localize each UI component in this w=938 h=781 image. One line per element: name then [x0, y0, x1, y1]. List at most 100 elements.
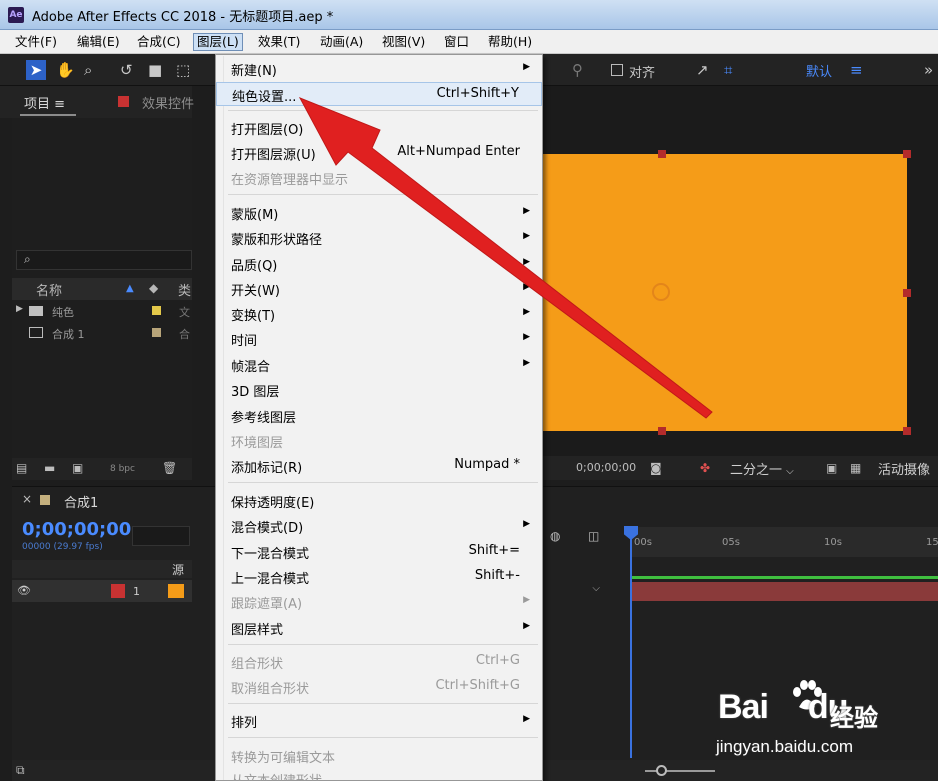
- transform-handle[interactable]: [903, 427, 911, 435]
- tick-label: 00s: [634, 537, 652, 548]
- menu-animation[interactable]: 动画(A): [317, 33, 366, 51]
- column-type[interactable]: 类: [178, 280, 191, 299]
- label-column-icon[interactable]: ◆: [149, 281, 158, 295]
- timeline-search-input[interactable]: [132, 526, 190, 546]
- menu-window[interactable]: 窗口: [441, 33, 472, 51]
- menu-item-new[interactable]: 新建(N) ▶: [216, 57, 542, 81]
- tick-label: 10s: [824, 537, 842, 548]
- menu-item-label: 蒙版和形状路径: [231, 233, 323, 248]
- menu-help[interactable]: 帮助(H): [485, 33, 535, 51]
- workspace-default[interactable]: 默认: [806, 61, 832, 80]
- toolbar-overflow-icon[interactable]: »: [924, 60, 933, 80]
- menu-item-solid-settings[interactable]: 纯色设置... Ctrl+Shift+Y: [216, 82, 542, 106]
- menu-item-label: 上一混合模式: [231, 572, 310, 587]
- camera-tool-icon[interactable]: ■: [148, 60, 162, 80]
- menu-item-next-blending-mode[interactable]: 下一混合模式 Shift+=: [216, 540, 542, 564]
- expand-arrow-icon[interactable]: ▶: [16, 304, 23, 314]
- zoom-slider-knob[interactable]: [656, 765, 667, 776]
- submenu-arrow-icon: ▶: [523, 231, 530, 241]
- menu-layer[interactable]: 图层(L): [193, 33, 243, 51]
- hand-tool-icon[interactable]: ✋: [56, 60, 75, 80]
- project-item-type: 文: [179, 306, 190, 319]
- layer-label-color[interactable]: [111, 584, 125, 598]
- menu-item-label: 转换为可编辑文本: [231, 751, 336, 766]
- menu-item-layer-styles[interactable]: 图层样式 ▶: [216, 616, 542, 640]
- menu-item-guide-layer[interactable]: 参考线图层: [216, 404, 542, 428]
- menu-composition[interactable]: 合成(C): [134, 33, 183, 51]
- puppet-tool-icon[interactable]: ⚲: [572, 60, 583, 80]
- transform-handle[interactable]: [903, 289, 911, 297]
- sort-ascending-icon[interactable]: ▲: [126, 283, 134, 294]
- menu-view[interactable]: 视图(V): [379, 33, 428, 51]
- tab-project[interactable]: 项目 ≡: [24, 93, 65, 112]
- project-item-solid-folder[interactable]: ▶ 纯色 文: [12, 300, 192, 322]
- menu-item-3d-layer[interactable]: 3D 图层: [216, 378, 542, 402]
- timeline-timecode[interactable]: 0;00;00;00: [22, 519, 131, 540]
- submenu-arrow-icon: ▶: [523, 519, 530, 529]
- tab-effect-controls[interactable]: 效果控件: [142, 93, 194, 112]
- snapshot-camera-icon[interactable]: ◙: [650, 461, 662, 475]
- timeline-layer-row[interactable]: [12, 580, 192, 602]
- new-composition-icon[interactable]: ▣: [72, 461, 83, 475]
- column-name[interactable]: 名称: [36, 280, 62, 299]
- motion-blur-icon[interactable]: ◍: [550, 529, 560, 543]
- menu-item-quality[interactable]: 品质(Q) ▶: [216, 252, 542, 276]
- menu-item-mask-shape-path[interactable]: 蒙版和形状路径 ▶: [216, 226, 542, 250]
- submenu-arrow-icon: ▶: [523, 332, 530, 342]
- menu-item-frame-blending[interactable]: 帧混合 ▶: [216, 353, 542, 377]
- menu-item-open-layer-source[interactable]: 打开图层源(U) Alt+Numpad Enter: [216, 141, 542, 165]
- menu-file[interactable]: 文件(F): [12, 33, 60, 51]
- region-of-interest-icon[interactable]: ▣: [826, 461, 837, 475]
- tab-composition[interactable]: 合成1: [64, 492, 98, 511]
- layer-duration-bar[interactable]: [630, 582, 938, 601]
- menu-item-label: 变换(T): [231, 309, 276, 324]
- channels-icon[interactable]: ✤: [700, 461, 710, 475]
- comp-label-color: [40, 495, 50, 505]
- interpret-footage-icon[interactable]: ▤: [16, 461, 27, 475]
- snap-target-icon[interactable]: ⌗: [724, 60, 732, 80]
- project-search-input[interactable]: [16, 250, 192, 270]
- rotate-tool-icon[interactable]: ↺: [120, 60, 133, 80]
- menu-item-mask[interactable]: 蒙版(M) ▶: [216, 201, 542, 225]
- project-item-comp[interactable]: 合成 1 合: [12, 322, 192, 344]
- time-ruler[interactable]: [630, 527, 938, 557]
- layer-switches-icon[interactable]: ⧉: [16, 763, 25, 778]
- menu-item-add-marker[interactable]: 添加标记(R) Numpad *: [216, 454, 542, 478]
- menu-item-time[interactable]: 时间 ▶: [216, 327, 542, 351]
- eye-icon[interactable]: 👁: [17, 584, 31, 597]
- current-time-indicator[interactable]: [630, 528, 632, 758]
- snap-checkbox[interactable]: [611, 64, 623, 76]
- frame-rate-readout: 00000 (29.97 fps): [22, 542, 103, 552]
- transform-handle[interactable]: [658, 427, 666, 435]
- close-icon[interactable]: ×: [22, 492, 32, 506]
- transparency-grid-icon[interactable]: ▦: [850, 461, 861, 475]
- delete-trash-icon[interactable]: 🗑: [162, 461, 177, 475]
- viewer-timecode[interactable]: 0;00;00;00: [576, 461, 636, 474]
- anchor-point-icon[interactable]: [652, 283, 670, 301]
- menu-item-arrange[interactable]: 排列 ▶: [216, 709, 542, 733]
- transform-handle[interactable]: [658, 150, 666, 158]
- menu-item-preserve-transparency[interactable]: 保持透明度(E): [216, 489, 542, 513]
- panel-menu-icon[interactable]: ≡: [54, 97, 65, 112]
- menu-item-previous-blending-mode[interactable]: 上一混合模式 Shift+-: [216, 565, 542, 589]
- active-camera-select[interactable]: 活动摄像: [878, 459, 930, 478]
- transform-handle[interactable]: [903, 150, 911, 158]
- pan-behind-tool-icon[interactable]: ⬚: [176, 60, 190, 80]
- new-folder-icon[interactable]: ▬: [44, 461, 55, 475]
- resolution-select[interactable]: 二分之一 ⌵: [730, 459, 794, 478]
- menu-item-transform[interactable]: 变换(T) ▶: [216, 302, 542, 326]
- work-area-bar[interactable]: [630, 576, 938, 579]
- selection-tool-icon[interactable]: ➤: [26, 60, 46, 80]
- snap-option-icon[interactable]: ↗: [696, 60, 709, 80]
- menu-item-blending-mode[interactable]: 混合模式(D) ▶: [216, 514, 542, 538]
- zoom-tool-icon[interactable]: ⌕: [84, 60, 92, 80]
- column-source-name[interactable]: 源: [172, 561, 184, 578]
- workspace-menu-icon[interactable]: ≡: [850, 60, 863, 80]
- menu-item-switches[interactable]: 开关(W) ▶: [216, 277, 542, 301]
- bit-depth-button[interactable]: 8 bpc: [110, 464, 135, 474]
- menu-edit[interactable]: 编辑(E): [74, 33, 123, 51]
- parent-select[interactable]: ⌵: [540, 583, 600, 599]
- menu-item-open-layer[interactable]: 打开图层(O): [216, 116, 542, 140]
- graph-editor-icon[interactable]: ◫: [588, 529, 599, 543]
- menu-effect[interactable]: 效果(T): [255, 33, 303, 51]
